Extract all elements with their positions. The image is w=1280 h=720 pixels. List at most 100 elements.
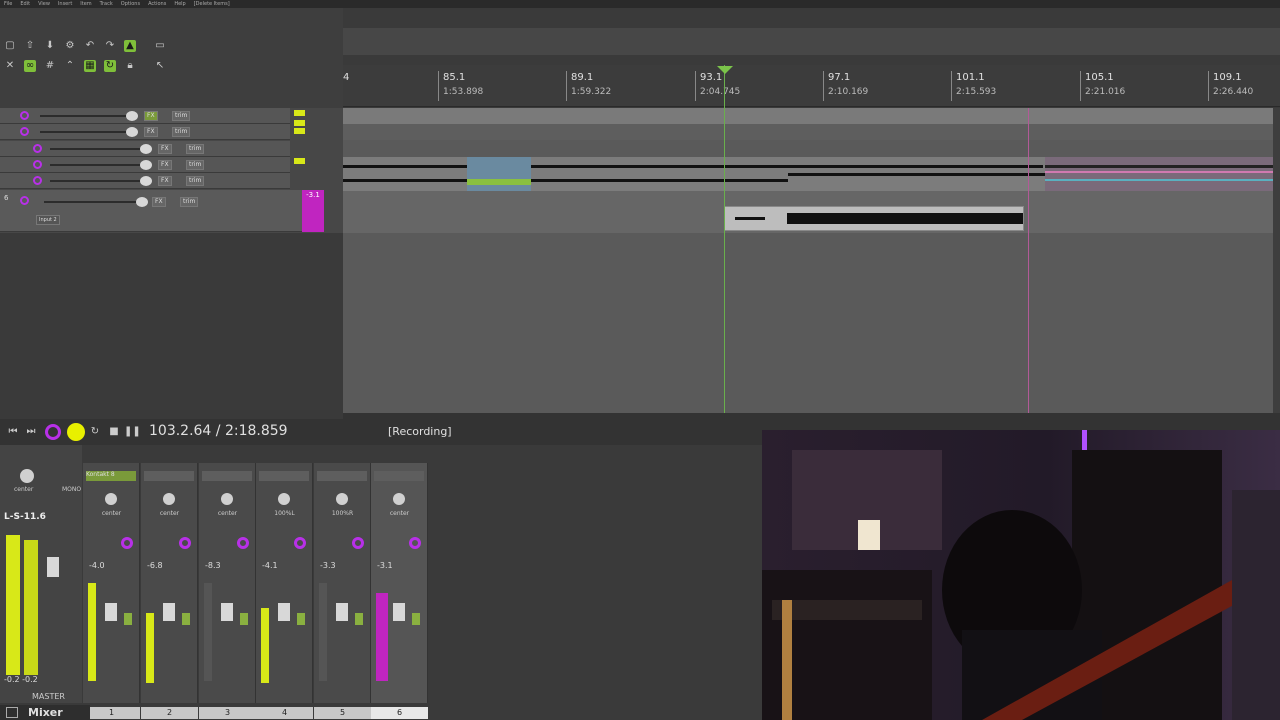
volume-fader[interactable] bbox=[221, 603, 233, 621]
volume-fader[interactable] bbox=[163, 603, 175, 621]
arrange-view[interactable] bbox=[343, 108, 1273, 413]
record-arm-button[interactable] bbox=[20, 111, 29, 120]
volume-knob[interactable] bbox=[126, 111, 138, 121]
mixer-strip-6[interactable]: center -3.1 6 bbox=[371, 463, 428, 719]
master-pan-knob[interactable] bbox=[20, 469, 34, 483]
master-fader[interactable] bbox=[47, 557, 59, 577]
fx-button[interactable]: FX bbox=[158, 144, 172, 154]
menu-edit[interactable]: Edit bbox=[20, 0, 30, 8]
record-arm-button[interactable] bbox=[20, 196, 29, 205]
media-item-blue[interactable] bbox=[467, 157, 531, 191]
track-5[interactable]: FX trim bbox=[0, 173, 290, 189]
volume-fader[interactable] bbox=[278, 603, 290, 621]
volume-fader[interactable] bbox=[393, 603, 405, 621]
menu-help[interactable]: Help bbox=[174, 0, 185, 8]
mixer-strip-4[interactable]: 100%L -4.1 4 bbox=[256, 463, 313, 719]
menu-options[interactable]: Options bbox=[121, 0, 140, 8]
mixer-strip-5[interactable]: 100%R -3.3 5 bbox=[314, 463, 371, 719]
mixer-strip-2[interactable]: center -6.8 2 bbox=[141, 463, 198, 719]
grid-icon[interactable]: # bbox=[44, 60, 56, 72]
position-display[interactable]: 103.2.64 / 2:18.859 bbox=[149, 423, 288, 439]
track-6-selected[interactable]: 6 FX trim Input 2 bbox=[0, 190, 302, 232]
save-project-icon[interactable]: ⬇ bbox=[44, 40, 56, 52]
record-arm-button[interactable] bbox=[33, 144, 42, 153]
trim-button[interactable]: trim bbox=[172, 111, 191, 121]
pan-knob[interactable] bbox=[393, 493, 405, 505]
cursor-tool-icon[interactable]: ↖ bbox=[154, 60, 166, 72]
mixer-strip-3[interactable]: center -8.3 3 bbox=[199, 463, 256, 719]
volume-fader[interactable] bbox=[105, 603, 117, 621]
input-select[interactable]: Input 2 bbox=[36, 215, 60, 225]
pause-icon[interactable]: ❚❚ bbox=[124, 425, 141, 439]
undo-icon[interactable]: ↶ bbox=[84, 40, 96, 52]
skip-back-icon[interactable]: ⏮ bbox=[6, 425, 20, 439]
lock-icon[interactable]: 🔒︎ bbox=[124, 60, 136, 72]
record-arm-button[interactable] bbox=[33, 160, 42, 169]
pan-knob[interactable] bbox=[278, 493, 290, 505]
fx-button[interactable]: FX bbox=[158, 160, 172, 170]
record-arm-button[interactable] bbox=[352, 537, 364, 549]
record-arm-button[interactable] bbox=[294, 537, 306, 549]
trim-icon[interactable]: ✕ bbox=[4, 60, 16, 72]
trim-button[interactable]: trim bbox=[186, 160, 205, 170]
mono-button[interactable]: MONO bbox=[62, 486, 81, 493]
menu-track[interactable]: Track bbox=[100, 0, 113, 8]
menu-view[interactable]: View bbox=[38, 0, 50, 8]
project-settings-icon[interactable]: ⚙ bbox=[64, 40, 76, 52]
volume-knob[interactable] bbox=[136, 197, 148, 207]
volume-knob[interactable] bbox=[140, 144, 152, 154]
metronome-icon[interactable]: ▲ bbox=[124, 40, 136, 52]
redo-icon[interactable]: ↷ bbox=[104, 40, 116, 52]
empty-lane-area[interactable] bbox=[343, 233, 1273, 413]
pan-knob[interactable] bbox=[336, 493, 348, 505]
fx-button[interactable]: FX bbox=[144, 127, 158, 137]
record-arm-button[interactable] bbox=[121, 537, 133, 549]
menu-file[interactable]: File bbox=[4, 0, 12, 8]
menu-actions[interactable]: Actions bbox=[148, 0, 166, 8]
stop-icon[interactable]: ■ bbox=[107, 425, 121, 439]
menu-insert[interactable]: Insert bbox=[58, 0, 72, 8]
skip-forward-icon[interactable]: ⏭ bbox=[24, 425, 38, 439]
trim-button[interactable]: trim bbox=[172, 127, 191, 137]
fx-button[interactable]: FX bbox=[152, 197, 166, 207]
mixer-strip-1[interactable]: Kontakt 8 center -4.0 1 bbox=[83, 463, 140, 719]
track-1[interactable]: FX trim bbox=[0, 108, 290, 124]
new-project-icon[interactable]: ▢ bbox=[4, 40, 16, 52]
grouping-icon[interactable]: ∞ bbox=[24, 60, 36, 72]
volume-fader[interactable] bbox=[336, 603, 348, 621]
volume-knob[interactable] bbox=[140, 176, 152, 186]
record-arm-button[interactable] bbox=[409, 537, 421, 549]
timeline-ruler[interactable]: 4 85.1 1:53.898 89.1 1:59.322 93.1 2:04.745… bbox=[343, 65, 1280, 107]
record-arm-button[interactable] bbox=[20, 127, 29, 136]
pan-knob[interactable] bbox=[105, 493, 117, 505]
recording-item[interactable] bbox=[724, 206, 1024, 231]
media-item-green[interactable] bbox=[467, 179, 531, 185]
dock-icon[interactable] bbox=[6, 707, 18, 718]
snap-icon[interactable]: ▦ bbox=[84, 60, 96, 72]
fx-slot[interactable]: Kontakt 8 bbox=[86, 471, 115, 478]
vertical-scrollbar[interactable] bbox=[1273, 108, 1280, 413]
record-button[interactable] bbox=[45, 424, 61, 440]
fx-button[interactable]: FX bbox=[158, 176, 172, 186]
record-arm-button[interactable] bbox=[237, 537, 249, 549]
open-project-icon[interactable]: ⇧ bbox=[24, 40, 36, 52]
repeat-icon[interactable]: ↻ bbox=[88, 425, 102, 439]
track-3[interactable]: FX trim bbox=[0, 141, 290, 157]
trim-button[interactable]: trim bbox=[186, 144, 205, 154]
toggle-icon[interactable]: ▭ bbox=[154, 40, 166, 52]
track-2[interactable]: FX trim bbox=[0, 124, 290, 140]
envelope-icon[interactable]: ⌃ bbox=[64, 60, 76, 72]
ripple-icon[interactable]: ↻ bbox=[104, 60, 116, 72]
media-item-pink[interactable] bbox=[1045, 157, 1273, 191]
pan-knob[interactable] bbox=[163, 493, 175, 505]
menu-item[interactable]: Item bbox=[80, 0, 91, 8]
trim-button[interactable]: trim bbox=[186, 176, 205, 186]
fx-button[interactable]: FX bbox=[144, 111, 158, 121]
track-4[interactable]: FX trim bbox=[0, 157, 290, 173]
volume-knob[interactable] bbox=[126, 127, 138, 137]
record-arm-button[interactable] bbox=[33, 176, 42, 185]
pan-knob[interactable] bbox=[221, 493, 233, 505]
record-arm-button[interactable] bbox=[179, 537, 191, 549]
trim-button[interactable]: trim bbox=[180, 197, 199, 207]
volume-knob[interactable] bbox=[140, 160, 152, 170]
